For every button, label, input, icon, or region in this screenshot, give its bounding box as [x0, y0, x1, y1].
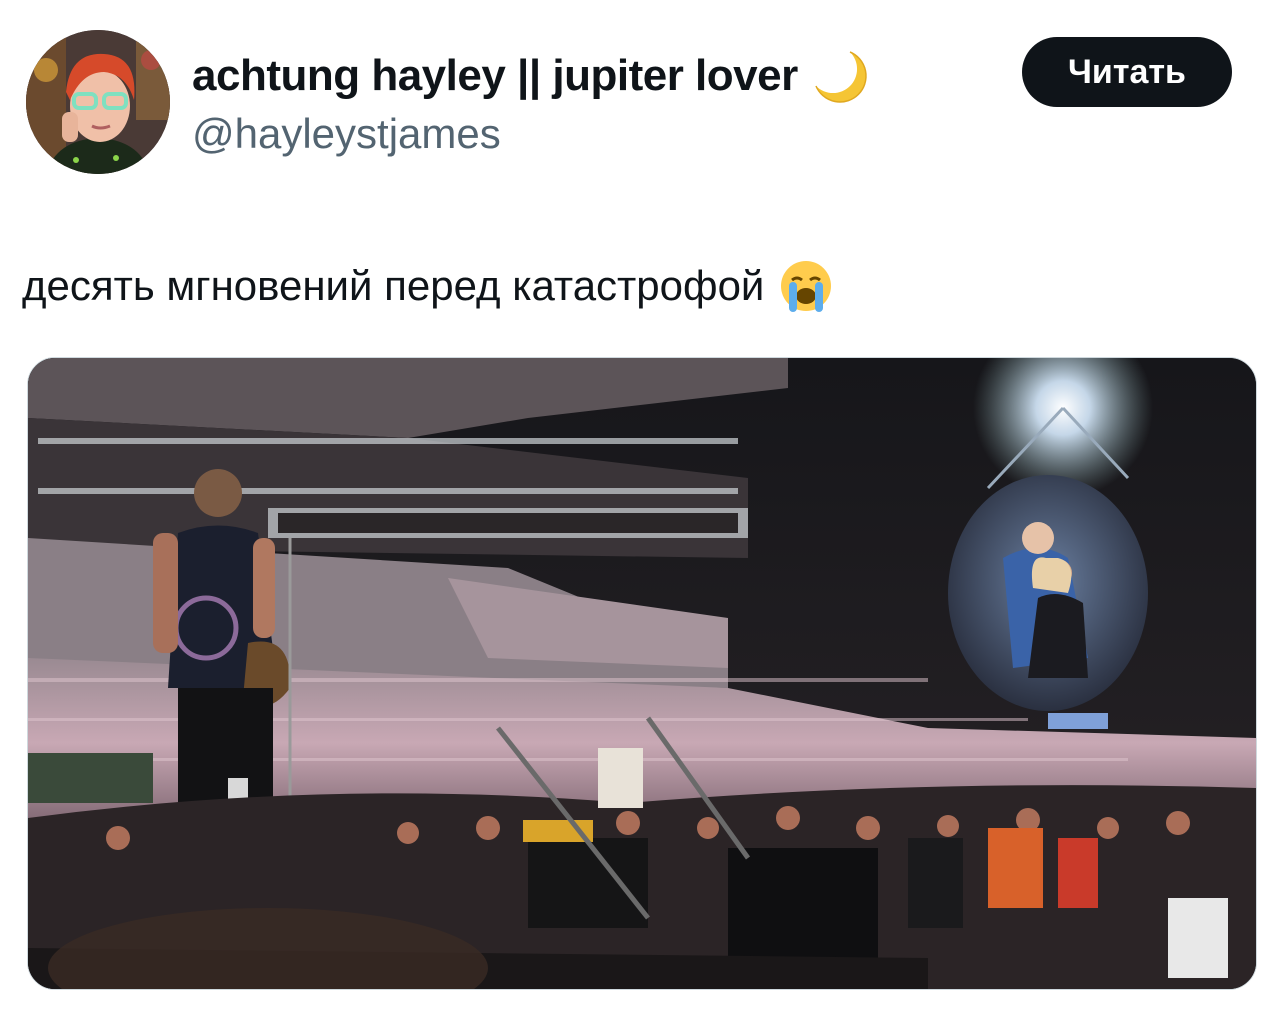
- tweet-media-photo[interactable]: [27, 357, 1257, 990]
- tweet-text-row: десять мгновений перед катастрофой: [22, 258, 834, 314]
- author-display-name-row[interactable]: achtung hayley || jupiter lover: [192, 46, 870, 106]
- author-avatar[interactable]: [26, 30, 170, 174]
- author-handle[interactable]: @hayleystjames: [192, 110, 501, 158]
- author-display-name[interactable]: achtung hayley || jupiter lover: [192, 51, 798, 101]
- follow-button[interactable]: Читать: [1022, 37, 1232, 107]
- tweet-text: десять мгновений перед катастрофой: [22, 262, 765, 309]
- crescent-moon-icon: [810, 46, 870, 106]
- loudly-crying-face-icon: [778, 258, 834, 314]
